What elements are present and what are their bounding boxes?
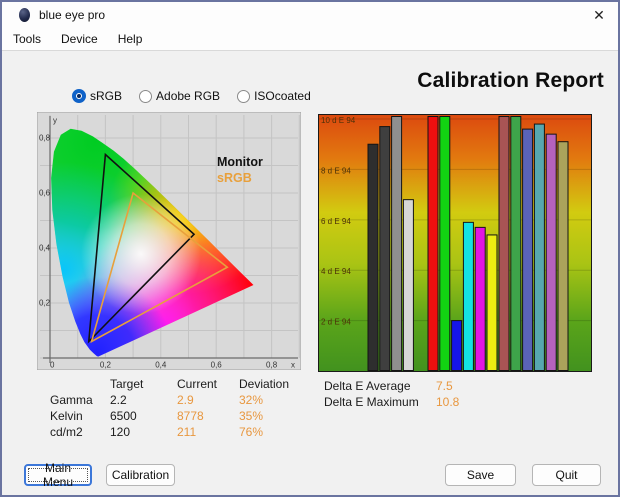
svg-text:2 d E 94: 2 d E 94: [321, 318, 351, 327]
delta-e-average-label: Delta E Average: [324, 379, 411, 393]
cie-chromaticity-diagram: 0 0,2 0,4 0,6 0,8 x0,20,40,60,8yMonitorsRGB: [37, 112, 301, 370]
row-kelvin-current: 8778: [177, 409, 204, 423]
page-title: Calibration Report: [417, 69, 604, 92]
bar-teal: [533, 123, 545, 371]
row-luminance-current: 211: [177, 425, 197, 439]
svg-text:0,6: 0,6: [211, 361, 223, 370]
menu-help[interactable]: Help: [116, 30, 153, 48]
svg-text:y: y: [53, 116, 57, 125]
row-gamma-deviation: 32%: [239, 393, 264, 407]
menu-tools[interactable]: Tools: [11, 30, 51, 48]
delta-e-bar-chart: 2 d E 94 4 d E 94 6 d E 94 8 d E 94 10 d E 9…: [318, 114, 592, 372]
row-gamma-label: Gamma: [50, 393, 93, 407]
bar-medium-green: [510, 116, 522, 371]
row-kelvin-deviation: 35%: [239, 409, 264, 423]
bar-gray: [391, 116, 403, 371]
menu-bar: Tools Device Help: [2, 28, 618, 51]
app-window: blue eye pro ✕ Tools Device Help Calibra…: [0, 0, 620, 497]
bar-red: [427, 116, 439, 371]
bar-magenta: [474, 226, 486, 371]
svg-text:0,6: 0,6: [39, 189, 51, 198]
bar-brick-red: [498, 116, 510, 371]
radio-isocoated[interactable]: ISOcoated: [237, 89, 311, 103]
bar-dark-khaki: [557, 141, 569, 371]
svg-text:0,8: 0,8: [266, 361, 278, 370]
app-icon: [19, 8, 30, 22]
row-kelvin-label: Kelvin: [50, 409, 83, 423]
main-menu-button[interactable]: Main Menu: [24, 461, 92, 489]
bar-orchid: [545, 133, 557, 371]
monitor-legend-label: Monitor: [217, 155, 263, 169]
calibration-button[interactable]: Calibration: [106, 464, 175, 486]
svg-text:0,4: 0,4: [155, 361, 167, 370]
srgb-legend-label: sRGB: [217, 171, 252, 185]
row-luminance-target: 120: [110, 425, 131, 439]
radio-adobe-rgb[interactable]: Adobe RGB: [139, 89, 220, 103]
close-icon[interactable]: ✕: [589, 6, 609, 24]
radio-srgb[interactable]: sRGB: [72, 89, 122, 103]
radio-isocoated-circle[interactable]: [237, 89, 251, 103]
col-header-current: Current: [177, 377, 218, 391]
delta-e-maximum-value: 10.8: [436, 395, 460, 409]
menu-device[interactable]: Device: [59, 30, 108, 48]
save-button[interactable]: Save: [445, 464, 516, 486]
svg-text:x: x: [291, 361, 295, 370]
radio-adobe-rgb-circle[interactable]: [139, 89, 153, 103]
radio-adobe-rgb-label[interactable]: Adobe RGB: [156, 89, 220, 103]
radio-srgb-circle[interactable]: [72, 89, 86, 103]
row-luminance-label: cd/m2: [50, 425, 83, 439]
col-header-deviation: Deviation: [239, 377, 290, 391]
radio-srgb-label[interactable]: sRGB: [90, 89, 122, 103]
table-cell-empty: [50, 376, 110, 392]
bar-blue: [451, 320, 463, 371]
quit-button[interactable]: Quit: [532, 464, 601, 486]
row-kelvin-target: 6500: [110, 409, 137, 423]
bar-light-gray: [402, 199, 414, 371]
measurements-table: Target Current Deviation Gamma 2.2 2.9 3…: [50, 376, 311, 440]
delta-e-maximum-label: Delta E Maximum: [324, 395, 419, 409]
svg-text:0,4: 0,4: [39, 244, 51, 253]
delta-e-average-value: 7.5: [436, 379, 453, 393]
row-gamma-current: 2.9: [177, 393, 194, 407]
gamut-radio-group: sRGB Adobe RGB ISOcoated: [72, 89, 311, 103]
bar-yellow: [486, 234, 498, 371]
col-header-target: Target: [110, 377, 144, 391]
svg-text:4 d E 94: 4 d E 94: [321, 267, 351, 276]
bar-dark-gray: [379, 126, 391, 371]
svg-text:0,2: 0,2: [39, 299, 51, 308]
row-gamma-target: 2.2: [110, 393, 127, 407]
bar-cyan: [462, 221, 474, 371]
bar-black: [367, 143, 379, 371]
svg-text:6 d E 94: 6 d E 94: [321, 217, 351, 226]
delta-e-summary: Delta E Average 7.5 Delta E Maximum 10.8: [324, 378, 459, 410]
svg-text:0,2: 0,2: [100, 361, 112, 370]
radio-isocoated-label[interactable]: ISOcoated: [254, 89, 311, 103]
svg-text:10 d E 94: 10 d E 94: [321, 116, 356, 125]
svg-text:0,8: 0,8: [39, 134, 51, 143]
bar-slate-blue: [522, 128, 534, 371]
svg-text:8 d E 94: 8 d E 94: [321, 166, 351, 175]
svg-text:0: 0: [50, 361, 55, 370]
window-title: blue eye pro: [39, 8, 106, 22]
title-bar[interactable]: blue eye pro ✕: [2, 2, 618, 28]
bar-green: [439, 116, 451, 371]
row-luminance-deviation: 76%: [239, 425, 264, 439]
